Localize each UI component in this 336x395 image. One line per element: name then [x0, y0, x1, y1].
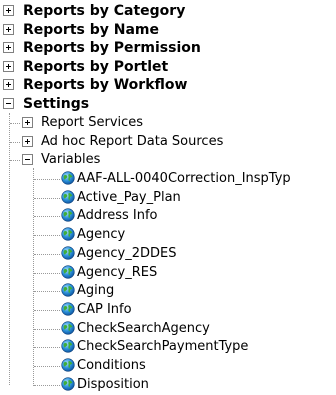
tree-node-label[interactable]: Settings: [23, 95, 89, 113]
tree-line-variables: [33, 168, 34, 386]
variable-label[interactable]: Agency_RES: [77, 264, 157, 282]
tree-branch: [34, 347, 60, 349]
plus-box-icon[interactable]: [3, 42, 14, 53]
tree-branch: [34, 366, 60, 367]
minus-box-icon[interactable]: [22, 154, 33, 165]
tree-branch: [34, 272, 60, 274]
globe-icon: [61, 283, 75, 297]
tree-line-settings: [9, 113, 10, 385]
globe-icon: [61, 227, 75, 241]
minus-box-icon[interactable]: [3, 98, 14, 109]
tree-node-label[interactable]: Reports by Permission: [23, 39, 201, 57]
variable-label[interactable]: Aging: [77, 282, 114, 300]
tree-node-label[interactable]: Report Services: [41, 114, 143, 132]
variable-label[interactable]: Address Info: [77, 207, 158, 225]
tree-node-label[interactable]: Reports by Portlet: [23, 58, 168, 76]
variable-label[interactable]: CAP Info: [77, 301, 132, 319]
globe-icon: [61, 339, 75, 353]
variable-label[interactable]: Agency: [77, 226, 125, 244]
tree-node-label[interactable]: Reports by Workflow: [23, 76, 187, 94]
globe-icon: [61, 171, 75, 185]
tree-branch: [34, 328, 60, 330]
tree-node-label[interactable]: Reports by Category: [23, 2, 185, 20]
globe-icon: [61, 246, 75, 260]
tree-branch: [34, 291, 60, 293]
tree-branch: [34, 253, 60, 255]
globe-icon: [61, 208, 75, 222]
variable-label[interactable]: Active_Pay_Plan: [77, 189, 181, 207]
plus-box-icon[interactable]: [3, 79, 14, 90]
tree-branch: [34, 384, 60, 386]
tree-node-label[interactable]: Reports by Name: [23, 21, 159, 39]
plus-box-icon[interactable]: [3, 24, 14, 35]
plus-box-icon[interactable]: [3, 5, 14, 16]
tree-branch: [34, 197, 60, 199]
globe-icon: [61, 302, 75, 316]
plus-box-icon[interactable]: [22, 136, 33, 147]
variable-label[interactable]: Conditions: [77, 357, 146, 375]
variable-label[interactable]: CheckSearchPaymentType: [77, 338, 248, 356]
plus-box-icon[interactable]: [22, 117, 33, 128]
tree-branch: [10, 123, 20, 124]
tree-branch: [10, 142, 20, 143]
variable-label[interactable]: AAF-ALL-0040Correction_InspTyp: [77, 170, 291, 188]
tree-branch: [34, 235, 60, 237]
tree-branch: [34, 179, 60, 180]
globe-icon: [61, 190, 75, 204]
globe-icon: [61, 264, 75, 279]
globe-icon: [61, 358, 75, 372]
globe-icon: [61, 377, 75, 391]
variable-label[interactable]: Disposition: [77, 376, 149, 394]
tree-node-label[interactable]: Variables: [41, 151, 100, 169]
tree-branch: [10, 160, 20, 161]
plus-box-icon[interactable]: [3, 61, 14, 72]
variable-label[interactable]: CheckSearchAgency: [77, 320, 210, 338]
globe-icon: [61, 320, 75, 335]
tree-node-label[interactable]: Ad hoc Report Data Sources: [41, 133, 223, 151]
tree-branch: [34, 309, 60, 311]
variable-label[interactable]: Agency_2DDES: [77, 245, 176, 263]
tree-branch: [34, 216, 60, 218]
